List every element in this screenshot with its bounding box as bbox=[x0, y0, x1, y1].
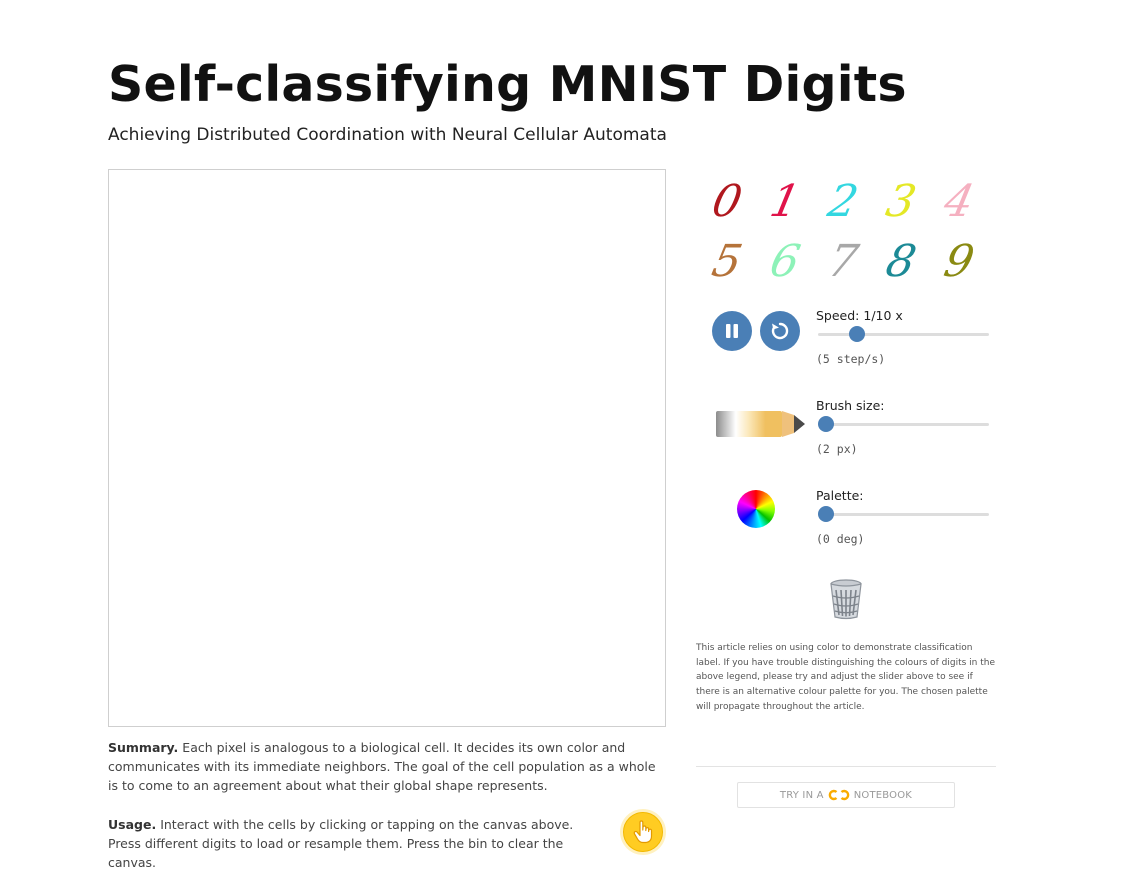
trash-bin-icon[interactable] bbox=[828, 578, 864, 620]
summary-text: Each pixel is analogous to a biological … bbox=[108, 740, 656, 793]
digit-glyph: 1 bbox=[765, 176, 805, 227]
digit-glyph: 8 bbox=[881, 236, 921, 287]
speed-slider[interactable] bbox=[818, 326, 989, 342]
summary-heading: Summary. bbox=[108, 740, 179, 755]
palette-label: Palette: bbox=[816, 488, 864, 503]
reset-icon bbox=[771, 322, 789, 340]
digit-glyph: 2 bbox=[823, 176, 863, 227]
brush-size-label: Brush size: bbox=[816, 398, 885, 413]
pause-button[interactable] bbox=[712, 311, 752, 351]
digit-button-7[interactable]: 7 bbox=[814, 232, 872, 292]
summary-paragraph: Summary. Each pixel is analogous to a bi… bbox=[108, 738, 664, 795]
page-title: Self-classifying MNIST Digits bbox=[108, 56, 907, 113]
digit-button-3[interactable]: 3 bbox=[872, 172, 930, 232]
digit-glyph: 5 bbox=[707, 236, 747, 287]
brush-size-value: (2 px) bbox=[816, 442, 858, 456]
usage-text: Interact with the cells by clicking or t… bbox=[108, 817, 574, 870]
digit-glyph: 0 bbox=[707, 176, 747, 227]
brush-slider-track bbox=[818, 423, 989, 426]
digit-button-5[interactable]: 5 bbox=[698, 232, 756, 292]
colab-logo-icon bbox=[828, 789, 850, 801]
palette-value: (0 deg) bbox=[816, 532, 865, 546]
digit-glyph: 4 bbox=[939, 176, 979, 227]
speed-slider-thumb[interactable] bbox=[849, 326, 865, 342]
palette-slider-thumb[interactable] bbox=[818, 506, 834, 522]
colab-suffix: NOTEBOOK bbox=[853, 789, 913, 801]
usage-paragraph: Usage. Interact with the cells by clicki… bbox=[108, 815, 608, 872]
digit-button-1[interactable]: 1 bbox=[756, 172, 814, 232]
digit-glyph: 3 bbox=[881, 176, 921, 227]
digit-button-9[interactable]: 9 bbox=[930, 232, 988, 292]
digit-button-0[interactable]: 0 bbox=[698, 172, 756, 232]
digit-glyph: 9 bbox=[939, 236, 979, 287]
digit-glyph: 6 bbox=[765, 236, 805, 287]
brush-size-slider[interactable] bbox=[818, 416, 989, 432]
brush-slider-thumb[interactable] bbox=[818, 416, 834, 432]
digit-button-4[interactable]: 4 bbox=[930, 172, 988, 232]
interact-hint-button[interactable] bbox=[623, 812, 663, 852]
color-note: This article relies on using color to de… bbox=[696, 643, 996, 712]
colab-notebook-button[interactable]: TRY IN A NOTEBOOK bbox=[737, 782, 955, 808]
palette-slider-track bbox=[818, 513, 989, 516]
pause-icon bbox=[726, 324, 738, 338]
digit-glyph: 7 bbox=[823, 236, 863, 287]
colab-prefix: TRY IN A bbox=[779, 789, 824, 801]
digit-button-8[interactable]: 8 bbox=[872, 232, 930, 292]
usage-heading: Usage. bbox=[108, 817, 157, 832]
page-subtitle: Achieving Distributed Coordination with … bbox=[108, 125, 667, 145]
cellular-automata-canvas[interactable] bbox=[108, 169, 666, 727]
reset-button[interactable] bbox=[760, 311, 800, 351]
digit-button-2[interactable]: 2 bbox=[814, 172, 872, 232]
hand-pointer-icon bbox=[633, 820, 653, 844]
speed-slider-track bbox=[818, 333, 989, 336]
digit-picker: 01234 56789 bbox=[698, 172, 998, 292]
palette-slider[interactable] bbox=[818, 506, 989, 522]
section-divider bbox=[696, 766, 996, 767]
digit-button-6[interactable]: 6 bbox=[756, 232, 814, 292]
speed-value: (5 step/s) bbox=[816, 352, 886, 366]
speed-label: Speed: 1/10 x bbox=[816, 308, 903, 323]
brush-pencil-icon bbox=[716, 411, 805, 437]
color-wheel-icon bbox=[737, 490, 775, 528]
